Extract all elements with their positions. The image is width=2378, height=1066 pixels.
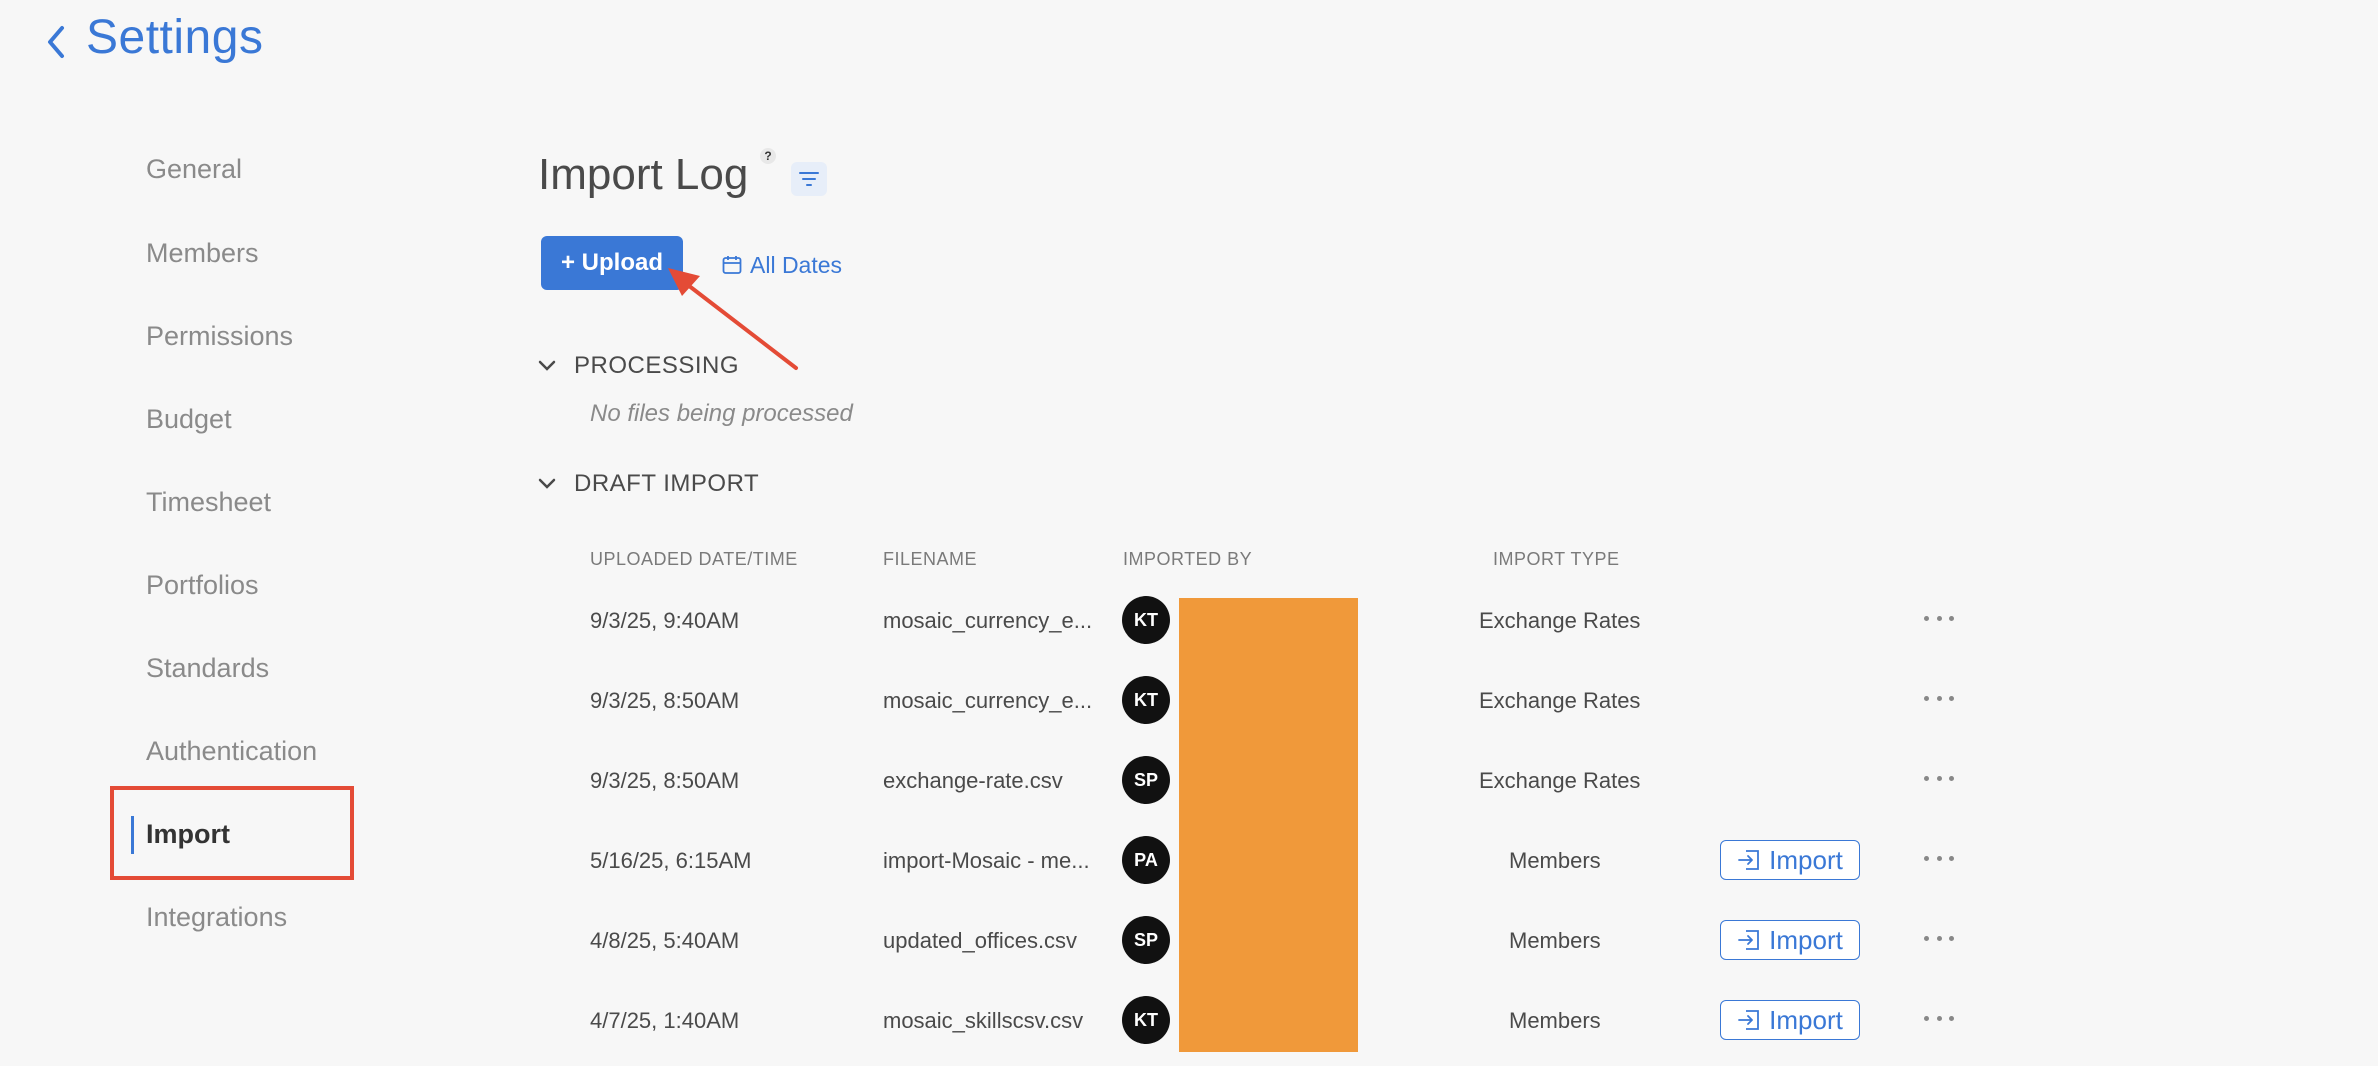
column-header-filename[interactable]: FILENAME: [883, 549, 977, 570]
chevron-left-icon: [48, 26, 64, 58]
help-icon[interactable]: ?: [760, 148, 776, 164]
import-button[interactable]: Import: [1720, 1000, 1860, 1040]
import-type: Members: [1509, 848, 1601, 873]
uploaded-date: 5/16/25, 6:15AM: [590, 848, 752, 873]
import-icon: [1738, 850, 1760, 870]
processing-section-label: PROCESSING: [574, 352, 740, 379]
processing-empty-message: No files being processed: [590, 400, 853, 427]
filename[interactable]: updated_offices.csv: [883, 928, 1077, 954]
import-type: Members: [1509, 1008, 1601, 1033]
filename[interactable]: mosaic_currency_e...: [883, 688, 1092, 714]
filter-button[interactable]: [791, 162, 827, 196]
draft-import-section-label: DRAFT IMPORT: [574, 470, 760, 497]
filename[interactable]: exchange-rate.csv: [883, 768, 1063, 794]
more-options-button[interactable]: [1924, 926, 1954, 950]
sidebar-item-general[interactable]: General: [146, 154, 242, 185]
import-button-label: Import: [1769, 844, 1843, 875]
avatar: PA: [1122, 836, 1170, 884]
import-button-label: Import: [1769, 924, 1843, 955]
import-type: Members: [1509, 928, 1601, 953]
more-options-button[interactable]: [1924, 1006, 1954, 1030]
redaction-block: [1179, 598, 1358, 1052]
more-options-button[interactable]: [1924, 606, 1954, 630]
more-options-button[interactable]: [1924, 686, 1954, 710]
sidebar-item-members[interactable]: Members: [146, 238, 259, 269]
chevron-down-icon: [538, 360, 556, 371]
more-options-button[interactable]: [1924, 766, 1954, 790]
avatar: KT: [1122, 996, 1170, 1044]
avatar: SP: [1122, 916, 1170, 964]
back-button[interactable]: [42, 14, 70, 70]
import-type: Exchange Rates: [1479, 688, 1641, 713]
import-button[interactable]: Import: [1720, 920, 1860, 960]
draft-import-section-toggle[interactable]: DRAFT IMPORT: [538, 470, 759, 498]
chevron-down-icon: [538, 478, 556, 489]
column-header-uploaded[interactable]: UPLOADED DATE/TIME: [590, 549, 798, 570]
import-type: Exchange Rates: [1479, 608, 1641, 633]
sidebar-item-timesheet[interactable]: Timesheet: [146, 487, 271, 518]
import-button[interactable]: Import: [1720, 840, 1860, 880]
filter-icon: [799, 172, 819, 186]
column-header-import-type[interactable]: IMPORT TYPE: [1493, 549, 1620, 570]
uploaded-date: 4/7/25, 1:40AM: [590, 1008, 740, 1033]
filename[interactable]: import-Mosaic - me...: [883, 848, 1090, 874]
filename[interactable]: mosaic_skillscsv.csv: [883, 1008, 1083, 1034]
more-options-button[interactable]: [1924, 846, 1954, 870]
sidebar-item-budget[interactable]: Budget: [146, 404, 232, 435]
avatar: KT: [1122, 596, 1170, 644]
avatar: KT: [1122, 676, 1170, 724]
uploaded-date: 9/3/25, 8:50AM: [590, 768, 740, 793]
uploaded-date: 4/8/25, 5:40AM: [590, 928, 740, 953]
uploaded-date: 9/3/25, 9:40AM: [590, 608, 740, 633]
page-title: Import Log: [538, 150, 749, 199]
column-header-imported-by[interactable]: IMPORTED BY: [1123, 549, 1252, 570]
filename[interactable]: mosaic_currency_e...: [883, 608, 1092, 634]
processing-section-toggle[interactable]: PROCESSING: [538, 352, 739, 380]
avatar: SP: [1122, 756, 1170, 804]
import-icon: [1738, 930, 1760, 950]
import-icon: [1738, 1010, 1760, 1030]
uploaded-date: 9/3/25, 8:50AM: [590, 688, 740, 713]
import-button-label: Import: [1769, 1004, 1843, 1035]
page-header-title: Settings: [86, 11, 264, 64]
sidebar-item-permissions[interactable]: Permissions: [146, 321, 293, 352]
import-type: Exchange Rates: [1479, 768, 1641, 793]
